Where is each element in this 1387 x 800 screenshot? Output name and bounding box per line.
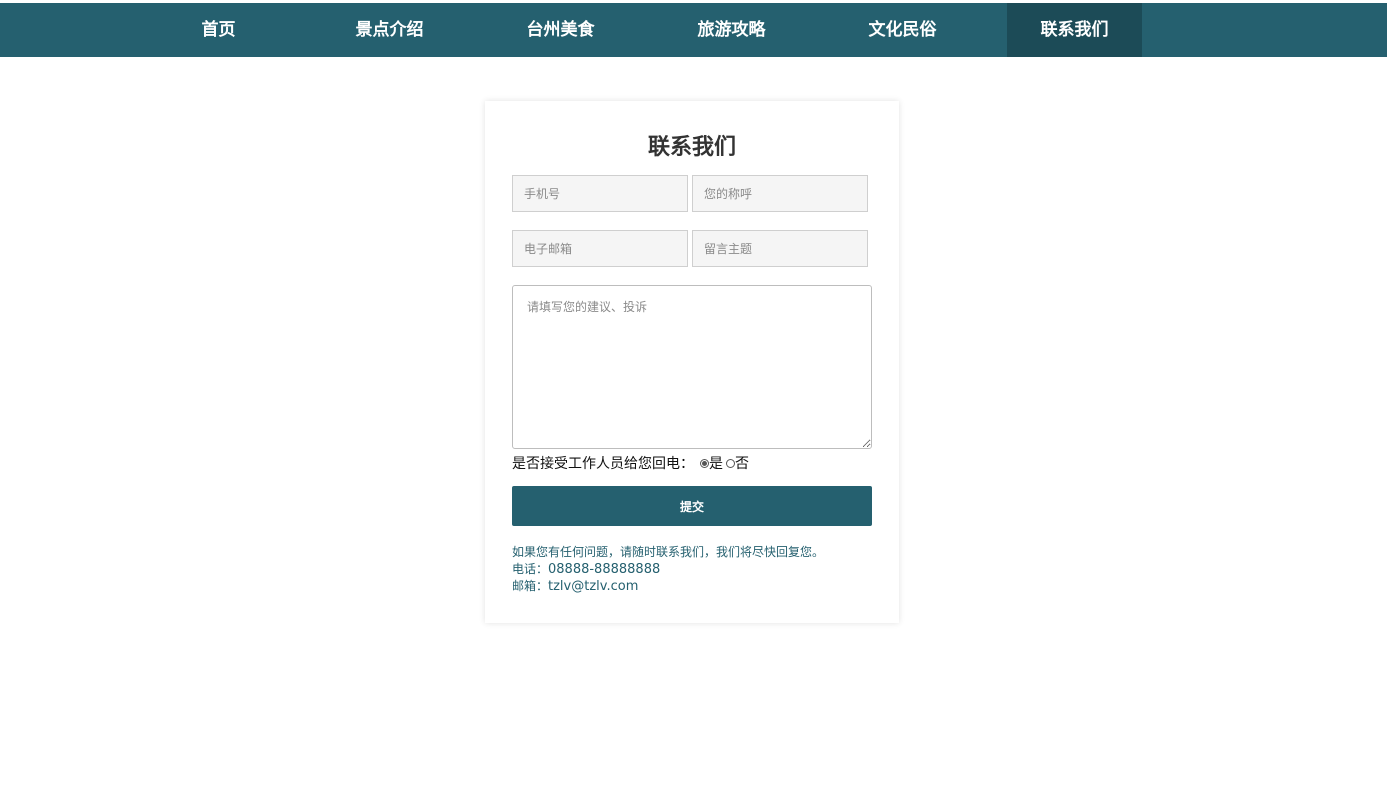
top-navbar: 首页 景点介绍 台州美食 旅游攻略 文化民俗 联系我们: [0, 3, 1387, 57]
contact-form-card: 联系我们 是否接受工作人员给您回电： 是 否 提交 如果您有任何问题，请随时联系…: [485, 101, 899, 623]
callback-yes-radio[interactable]: [700, 458, 709, 468]
phone-value: 08888-88888888: [548, 562, 661, 577]
contact-email: 邮箱：tzlv@tzlv.com: [512, 578, 824, 595]
phone-label: 电话：: [512, 562, 549, 576]
nav-item-food[interactable]: 台州美食: [493, 3, 628, 57]
message-textarea[interactable]: [512, 285, 872, 449]
callback-no-option[interactable]: 否: [723, 453, 749, 473]
name-input[interactable]: [692, 175, 868, 212]
callback-label: 是否接受工作人员给您回电：: [512, 456, 694, 472]
contact-phone: 电话：08888-88888888: [512, 561, 824, 578]
callback-row: 是否接受工作人员给您回电： 是 否: [512, 453, 749, 473]
nav-item-travel-guide[interactable]: 旅游攻略: [664, 3, 799, 57]
page-title: 联系我们: [647, 135, 736, 160]
callback-no-radio[interactable]: [726, 458, 735, 468]
nav-item-culture[interactable]: 文化民俗: [835, 3, 970, 57]
email-input[interactable]: [512, 230, 688, 267]
nav-item-home[interactable]: 首页: [151, 3, 286, 57]
callback-yes-option[interactable]: 是: [694, 453, 723, 473]
email-value: tzlv@tzlv.com: [548, 579, 639, 594]
callback-no-label: 否: [735, 456, 749, 472]
submit-button[interactable]: 提交: [512, 486, 872, 526]
subject-input[interactable]: [692, 230, 868, 267]
callback-yes-label: 是: [709, 456, 723, 472]
contact-info: 如果您有任何问题，请随时联系我们，我们将尽快回复您。 电话：08888-8888…: [512, 544, 824, 595]
email-label: 邮箱：: [512, 579, 549, 593]
phone-input[interactable]: [512, 175, 688, 212]
contact-note: 如果您有任何问题，请随时联系我们，我们将尽快回复您。: [512, 545, 825, 559]
nav-item-contact[interactable]: 联系我们: [1007, 3, 1142, 57]
nav-item-attractions[interactable]: 景点介绍: [322, 3, 457, 57]
